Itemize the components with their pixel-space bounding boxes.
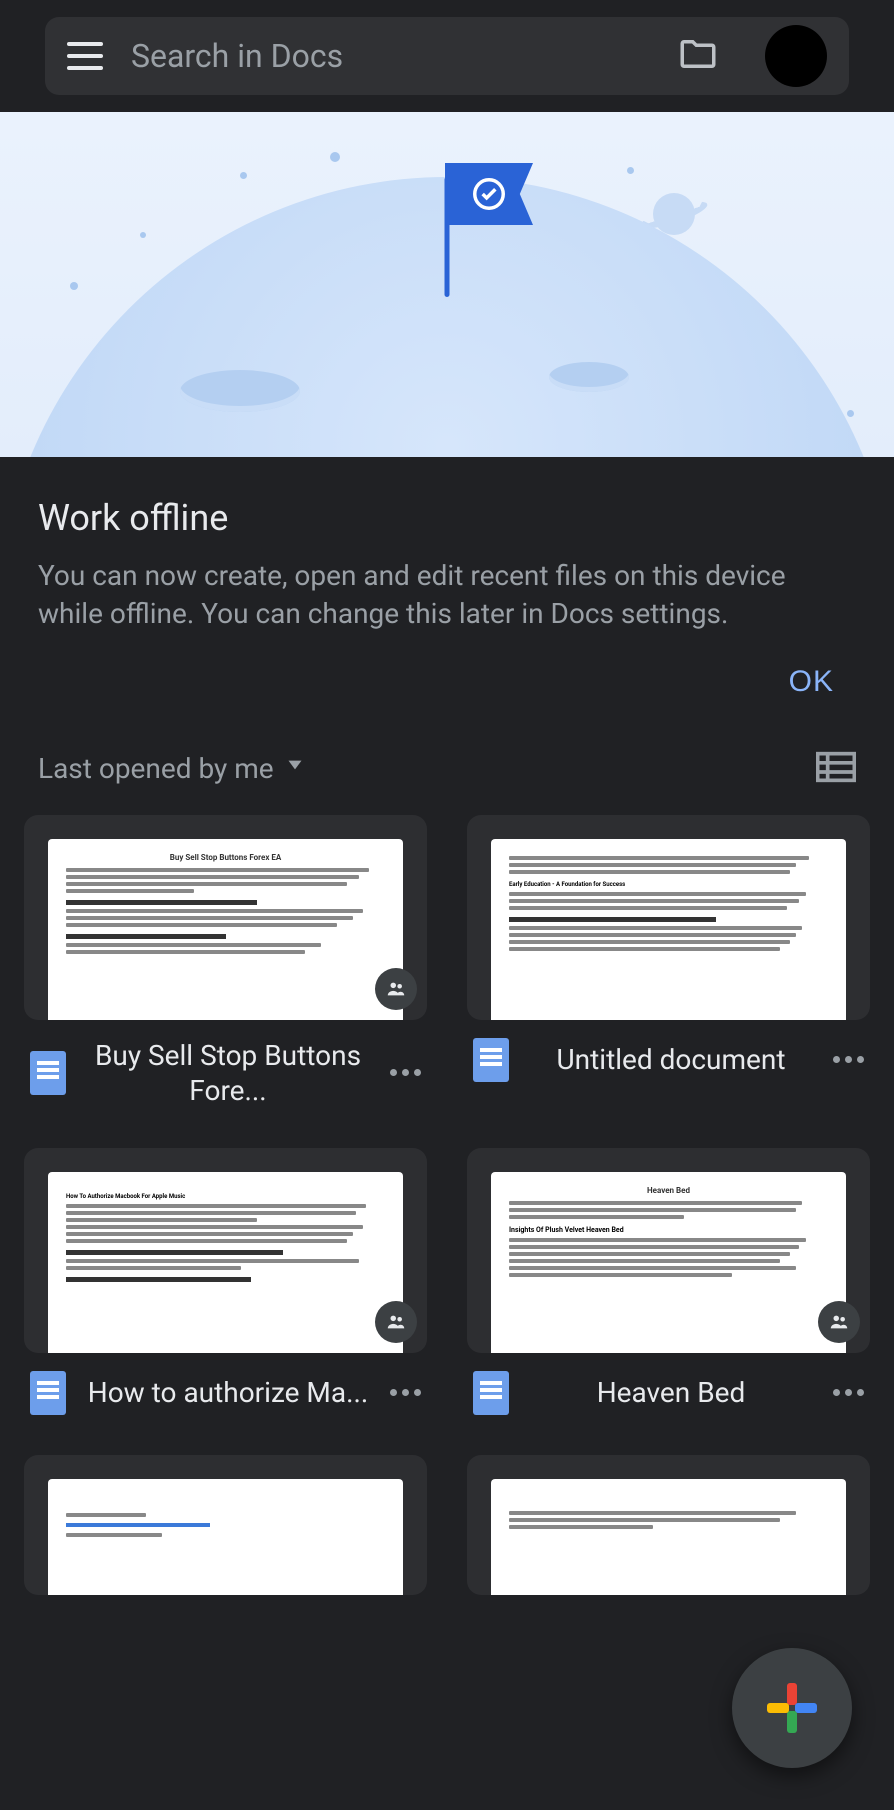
new-document-button[interactable] [732, 1648, 852, 1768]
document-title: How to authorize Ma... [66, 1375, 390, 1410]
docs-icon [30, 1371, 66, 1415]
document-thumbnail[interactable] [467, 1455, 870, 1595]
docs-icon [30, 1051, 66, 1095]
folder-icon[interactable] [677, 33, 719, 79]
arrow-down-icon [282, 752, 308, 785]
shared-icon [375, 968, 417, 1010]
document-thumbnail[interactable] [24, 1455, 427, 1595]
document-card[interactable]: How To Authorize Macbook For Apple Music… [24, 1148, 427, 1415]
document-thumbnail[interactable]: Heaven Bed Insights Of Plush Velvet Heav… [467, 1148, 870, 1353]
message-title: Work offline [38, 497, 856, 539]
hero-illustration [0, 112, 894, 457]
message-body: You can now create, open and edit recent… [38, 557, 856, 633]
shared-icon [375, 1301, 417, 1343]
menu-icon[interactable] [67, 42, 103, 70]
document-thumbnail[interactable]: Early Education - A Foundation for Succe… [467, 815, 870, 1020]
document-thumbnail[interactable]: Buy Sell Stop Buttons Forex EA [24, 815, 427, 1020]
document-card[interactable] [24, 1455, 427, 1595]
ok-button[interactable]: OK [789, 665, 834, 699]
sort-row: Last opened by me [0, 739, 894, 815]
docs-icon [473, 1038, 509, 1082]
offline-message: Work offline You can now create, open an… [0, 457, 894, 655]
document-card[interactable]: Early Education - A Foundation for Succe… [467, 815, 870, 1108]
document-grid: Buy Sell Stop Buttons Forex EA Buy Sell … [0, 815, 894, 1595]
document-title: Untitled document [509, 1042, 833, 1077]
more-icon[interactable] [390, 1389, 421, 1396]
document-card[interactable] [467, 1455, 870, 1595]
document-title: Buy Sell Stop Buttons Fore... [66, 1038, 390, 1108]
plus-icon [767, 1683, 817, 1733]
shared-icon [818, 1301, 860, 1343]
search-box[interactable]: Search in Docs [45, 17, 849, 95]
flag-icon [445, 163, 533, 225]
document-card[interactable]: Heaven Bed Insights Of Plush Velvet Heav… [467, 1148, 870, 1415]
more-icon[interactable] [833, 1056, 864, 1063]
more-icon[interactable] [390, 1069, 421, 1076]
list-view-icon[interactable] [816, 751, 856, 787]
topbar: Search in Docs [0, 0, 894, 112]
avatar[interactable] [765, 25, 827, 87]
search-placeholder: Search in Docs [131, 37, 649, 75]
sort-label-text: Last opened by me [38, 752, 274, 785]
document-thumbnail[interactable]: How To Authorize Macbook For Apple Music [24, 1148, 427, 1353]
more-icon[interactable] [833, 1389, 864, 1396]
document-card[interactable]: Buy Sell Stop Buttons Forex EA Buy Sell … [24, 815, 427, 1108]
document-title: Heaven Bed [509, 1375, 833, 1410]
docs-icon [473, 1371, 509, 1415]
sort-dropdown[interactable]: Last opened by me [38, 752, 308, 785]
